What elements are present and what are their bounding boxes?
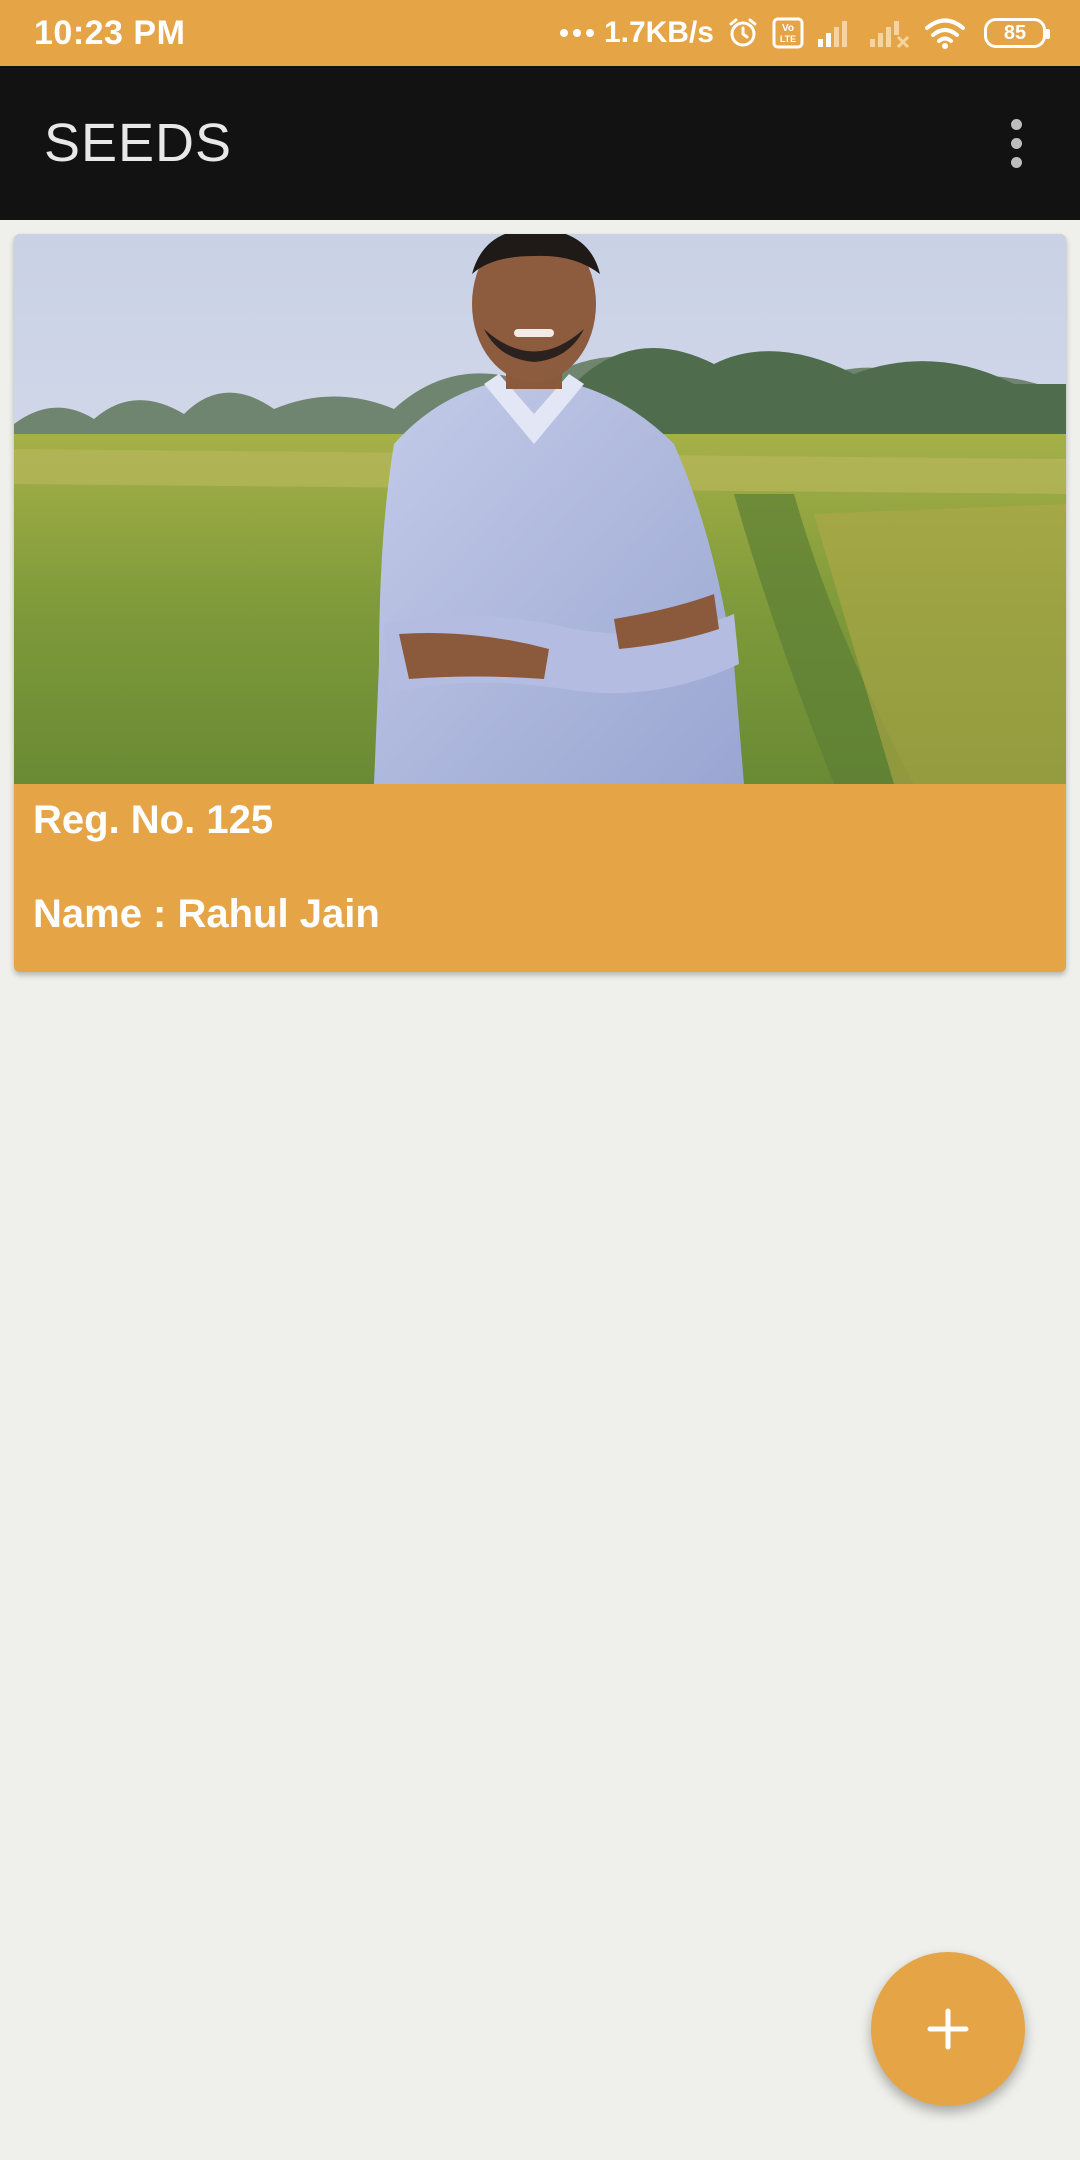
wifi-icon xyxy=(924,17,966,49)
notification-dots-icon xyxy=(559,29,594,37)
svg-text:LTE: LTE xyxy=(780,34,796,44)
network-speed: 1.7KB/s xyxy=(559,16,714,50)
battery-level: 85 xyxy=(1003,21,1027,44)
status-icons: 1.7KB/s Vo LTE 85 xyxy=(559,16,1050,50)
status-time: 10:23 PM xyxy=(34,13,186,52)
volte-icon: Vo LTE xyxy=(772,17,804,49)
man-in-field-photo xyxy=(14,234,1066,784)
svg-text:Vo: Vo xyxy=(782,23,794,34)
farmer-name: Name : Rahul Jain xyxy=(33,892,380,936)
app-title: SEEDS xyxy=(44,113,233,173)
signal-no-service-icon xyxy=(868,17,912,49)
card-info: Reg. No. 125 Name : Rahul Jain xyxy=(14,784,1066,972)
registration-number: Reg. No. 125 xyxy=(33,798,274,842)
network-speed-text: 1.7KB/s xyxy=(603,16,714,49)
add-button[interactable] xyxy=(871,1952,1025,2106)
more-vert-icon[interactable] xyxy=(996,113,1036,173)
plus-icon xyxy=(924,2005,972,2053)
signal-icon xyxy=(816,17,856,49)
battery-icon: 85 xyxy=(984,18,1050,48)
status-bar: 10:23 PM 1.7KB/s Vo LTE 85 xyxy=(0,0,1080,66)
app-bar: SEEDS xyxy=(0,66,1080,220)
farmer-card[interactable]: Reg. No. 125 Name : Rahul Jain xyxy=(14,234,1066,972)
alarm-icon xyxy=(726,16,760,50)
